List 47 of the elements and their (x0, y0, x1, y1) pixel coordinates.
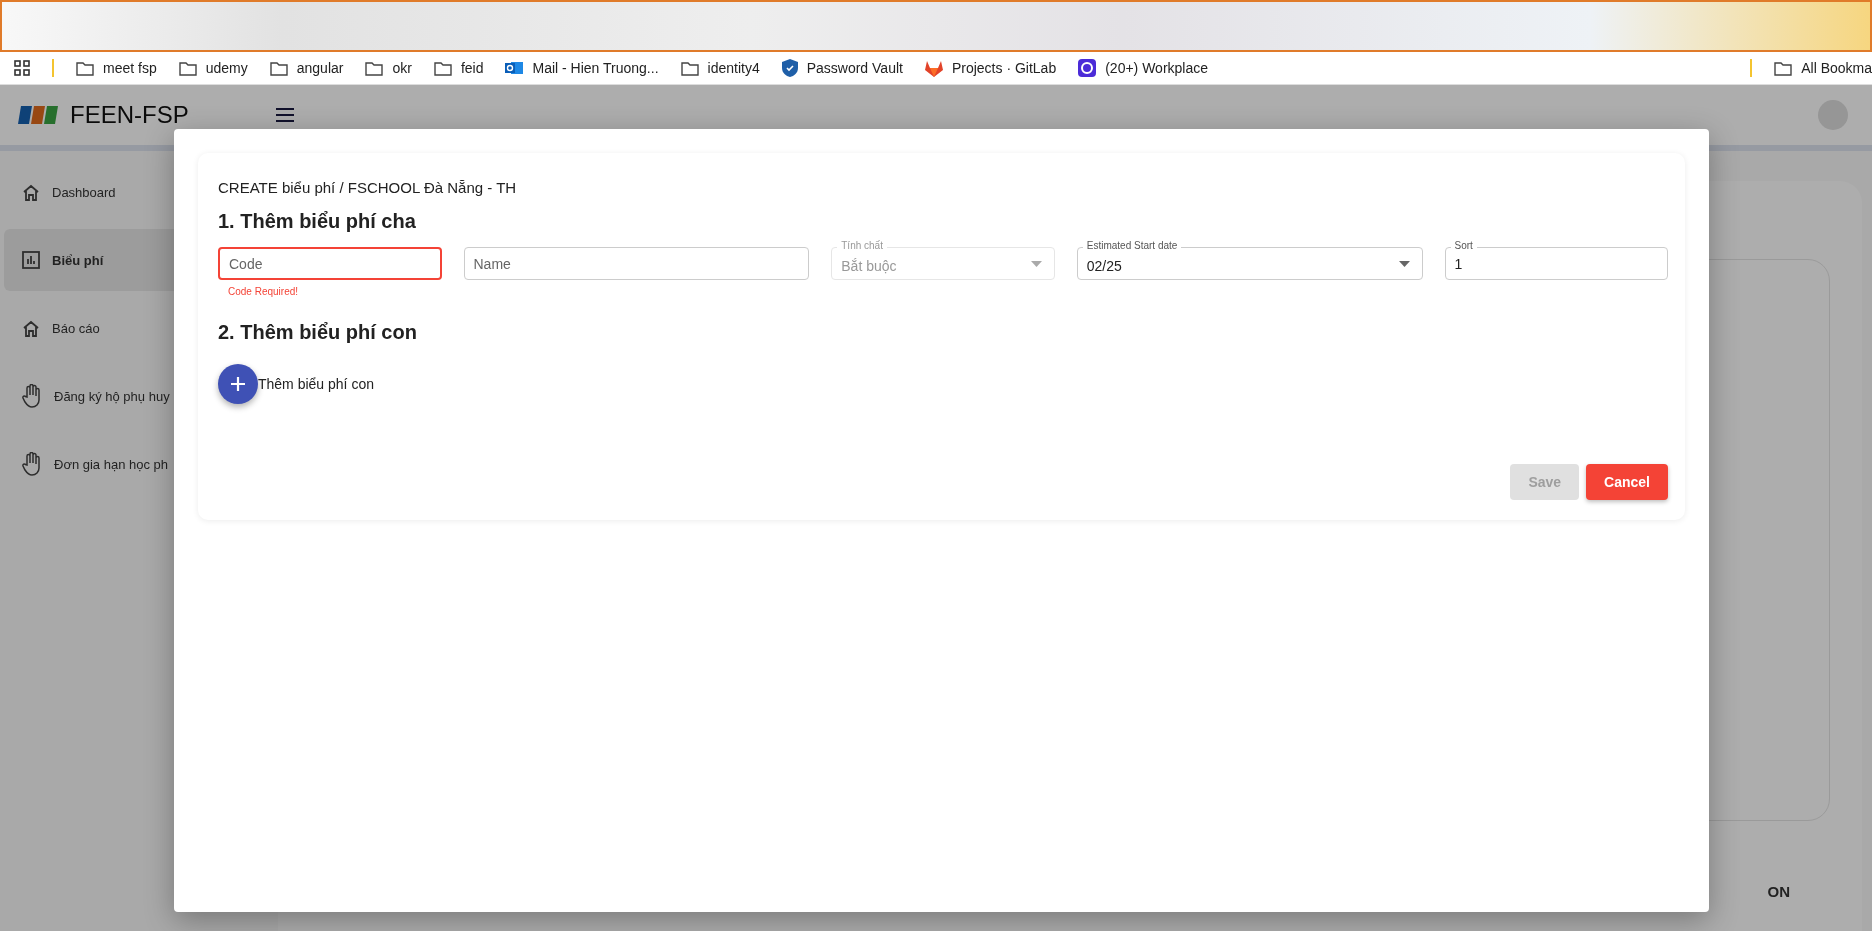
bookmark[interactable]: angular (269, 60, 344, 76)
folder-icon (269, 60, 288, 76)
breadcrumb: CREATE biểu phí / FSCHOOL Đà Nẵng - TH (218, 179, 518, 196)
field-label: Tính chất (837, 240, 887, 252)
plus-icon (231, 377, 245, 391)
caret-icon (1398, 260, 1410, 267)
sidebar-item[interactable]: Đăng ký hộ phụ huy (4, 365, 246, 427)
folder-icon (1774, 60, 1793, 76)
section-heading: ON (1767, 883, 1790, 900)
logo-icon (18, 104, 60, 126)
shield-icon (781, 59, 798, 77)
mail-icon (505, 60, 524, 76)
folder-icon (680, 60, 699, 76)
app-title: FEEN-FSP (70, 101, 189, 129)
bookmark[interactable]: udemy (178, 60, 248, 76)
home-icon (22, 183, 40, 201)
folder-icon (178, 60, 197, 76)
hand-icon (22, 384, 42, 408)
all-bookmarks-link[interactable]: All Bookma (1774, 60, 1872, 76)
sidebar-item[interactable]: Đơn gia hạn học ph (4, 433, 246, 495)
bookmark[interactable]: identity4 (680, 60, 760, 76)
folder-icon (76, 60, 94, 76)
field-label: Estimated Start date (1082, 240, 1182, 252)
bookmark[interactable]: (20+) Workplace (1078, 59, 1209, 77)
bookmark[interactable]: feid (433, 60, 484, 76)
bookmark[interactable]: Projects · GitLab (924, 59, 1057, 77)
field-label: Sort (1450, 240, 1477, 252)
bookmark[interactable]: okr (365, 60, 412, 76)
folder-icon (433, 60, 452, 76)
menu-icon[interactable] (276, 108, 294, 122)
cancel-button[interactable]: Cancel (1586, 464, 1668, 500)
add-button[interactable] (218, 364, 258, 404)
add-child-label: Thêm biểu phí con (258, 376, 374, 392)
input-field[interactable]: Name (463, 247, 810, 280)
section-title: 2. Thêm biểu phí con (218, 321, 418, 344)
input-field[interactable]: Code (218, 247, 442, 280)
bookmark[interactable]: Password Vault (781, 59, 903, 77)
apps-grid-icon[interactable] (14, 60, 30, 76)
folder-icon (365, 60, 384, 76)
bar-chart-icon (22, 251, 40, 269)
fox-icon (924, 59, 943, 77)
hand-icon (22, 452, 42, 476)
caret-icon (1030, 260, 1042, 267)
workplace-icon (1078, 59, 1097, 77)
bookmark[interactable]: Mail - Hien Truong... (505, 60, 659, 76)
bookmark[interactable]: meet fsp (76, 60, 157, 76)
home-icon (22, 319, 40, 337)
